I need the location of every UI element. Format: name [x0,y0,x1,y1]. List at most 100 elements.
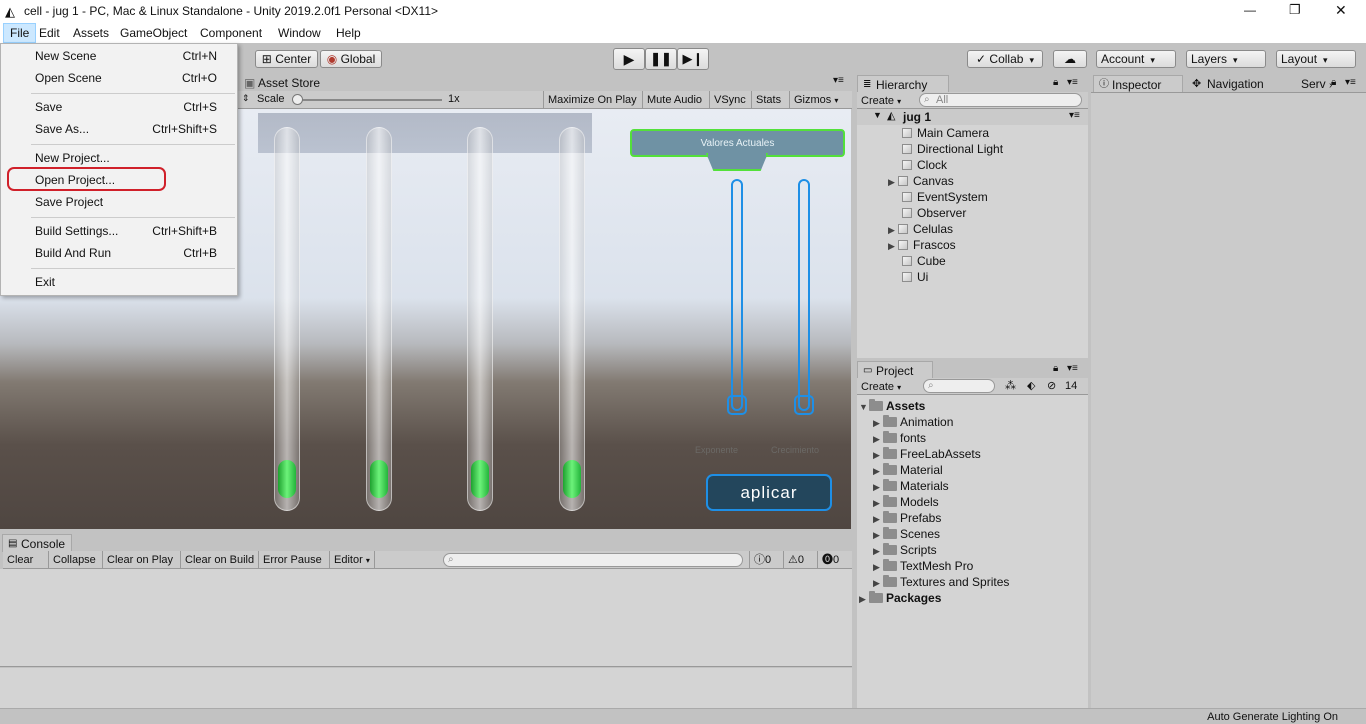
test-tube[interactable] [559,127,585,511]
collab-dropdown[interactable]: ✓ Collab [967,50,1043,68]
tab-services[interactable]: Serv › [1283,75,1332,93]
menu-item-exit[interactable]: Exit [35,271,225,293]
growth-slider-handle[interactable] [794,395,814,415]
project-folder[interactable]: ▶ Material [873,462,943,478]
hierarchy-item[interactable]: ▶ Canvas [888,173,954,189]
project-folder[interactable]: ▶ Scripts [873,542,937,558]
hierarchy-item[interactable]: Cube [902,253,946,269]
menu-window[interactable]: Window [272,23,327,43]
scene-menu-icon[interactable]: ▾≡ [1069,110,1080,121]
layers-dropdown[interactable]: Layers [1186,50,1266,68]
lock-icon[interactable]: 🔒︎ [1331,77,1336,88]
project-folder[interactable]: ▶ Animation [873,414,953,430]
hierarchy-search-input[interactable]: ⌕ All [919,93,1082,107]
create-dropdown[interactable]: Create ▾ [857,92,905,110]
expand-arrow-icon[interactable]: ▶ [888,238,898,254]
create-dropdown[interactable]: Create ▾ [857,378,905,396]
clear-on-build-button[interactable]: Clear on Build [180,551,258,569]
display-arrows-icon[interactable]: ⇕ [242,93,250,104]
menu-item-save[interactable]: Save Ctrl+S [35,96,225,118]
collapse-button[interactable]: Collapse [48,551,100,569]
assets-root[interactable]: ▼ Assets [859,398,925,414]
project-folder[interactable]: ▶ Models [873,494,939,510]
tab-asset-store[interactable]: ▣ Asset Store [240,74,320,92]
menu-item-save-project[interactable]: Save Project [35,191,225,213]
error-toggle[interactable]: ⓿0 [817,551,843,569]
growth-slider[interactable] [794,179,814,415]
menu-assets[interactable]: Assets [67,23,115,43]
project-folder[interactable]: ▶ fonts [873,430,926,446]
play-button[interactable]: ▶ [613,48,645,70]
hierarchy-item[interactable]: Clock [902,157,947,173]
clear-on-play-button[interactable]: Clear on Play [102,551,177,569]
clear-button[interactable]: Clear [3,551,37,569]
expand-arrow-icon[interactable]: ▶ [873,511,883,527]
scene-row[interactable]: ▼ ◭ jug 1 ▾≡ [857,109,1088,125]
expand-arrow-icon[interactable]: ▼ [859,399,869,415]
gizmos-button[interactable]: Gizmos ▾ [789,91,852,109]
menu-help[interactable]: Help [330,23,367,43]
project-folder[interactable]: ▶ FreeLabAssets [873,446,981,462]
expand-arrow-icon[interactable]: ▶ [873,575,883,591]
test-tube[interactable] [274,127,300,511]
tab-inspector[interactable]: ⓘ Inspector [1093,75,1183,93]
panel-menu-icon[interactable]: ▾≡ [1345,77,1356,88]
panel-menu-icon[interactable]: ▾≡ [833,75,844,86]
exponent-slider-handle[interactable] [727,395,747,415]
close-button[interactable]: ✕ [1335,2,1347,19]
project-folder[interactable]: ▶ Scenes [873,526,940,542]
menu-component[interactable]: Component [194,23,268,43]
error-pause-button[interactable]: Error Pause [258,551,326,569]
console-log-area[interactable] [0,569,852,667]
account-dropdown[interactable]: Account [1096,50,1176,68]
expand-arrow-icon[interactable]: ▶ [873,415,883,431]
expand-arrow-icon[interactable]: ▶ [859,591,869,607]
project-search-input[interactable]: ⌕ [923,379,995,393]
menu-item-save-as[interactable]: Save As... Ctrl+Shift+S [35,118,225,140]
step-button[interactable]: ▶❙ [677,48,709,70]
test-tube[interactable] [366,127,392,511]
tab-navigation[interactable]: ✥ Navigation [1189,75,1264,93]
apply-button[interactable]: aplicar [706,474,832,511]
hierarchy-item[interactable]: ▶ Frascos [888,237,956,253]
editor-dropdown[interactable]: Editor ▾ [329,551,375,569]
hierarchy-item[interactable]: EventSystem [902,189,988,205]
warning-toggle[interactable]: ⚠0 [783,551,808,569]
project-folder[interactable]: ▶ Materials [873,478,949,494]
lock-icon[interactable]: 🔒︎ [1053,77,1058,88]
expand-arrow-icon[interactable]: ▶ [873,559,883,575]
tab-project[interactable]: ▭ Project [857,361,933,379]
hierarchy-item[interactable]: Ui [902,269,928,285]
info-toggle[interactable]: ⓘ0 [749,551,775,569]
console-detail-area[interactable] [0,668,852,708]
expand-arrow-icon[interactable]: ▶ [873,495,883,511]
expand-arrow-icon[interactable]: ▶ [873,447,883,463]
hierarchy-item[interactable]: Directional Light [902,141,1003,157]
menu-item-open-scene[interactable]: Open Scene Ctrl+O [35,67,225,89]
project-folder[interactable]: ▶ Textures and Sprites [873,574,1009,590]
pivot-center-button[interactable]: ⊞ Center [255,50,318,68]
maximize-button[interactable]: ❐ [1289,2,1301,18]
pause-button[interactable]: ❚❚ [645,48,677,70]
project-folder[interactable]: ▶ TextMesh Pro [873,558,973,574]
cloud-button[interactable]: ☁ [1053,50,1087,68]
console-search-input[interactable]: ⌕ [443,553,743,567]
stats-button[interactable]: Stats [751,91,785,109]
filter-label-icon[interactable]: ⬖ [1027,379,1035,392]
scale-slider-thumb[interactable] [292,94,303,105]
expand-arrow-icon[interactable]: ▶ [873,431,883,447]
hierarchy-item[interactable]: Observer [902,205,966,221]
test-tube[interactable] [467,127,493,511]
tab-console[interactable]: ▤ Console [2,534,72,552]
menu-gameobject[interactable]: GameObject [114,23,193,43]
exponent-slider[interactable] [727,179,747,415]
panel-menu-icon[interactable]: ▾≡ [1067,363,1078,374]
hidden-packages-icon[interactable]: ⊘ [1047,379,1056,392]
panel-menu-icon[interactable]: ▾≡ [1067,77,1078,88]
menu-item-build-and-run[interactable]: Build And Run Ctrl+B [35,242,225,264]
expand-arrow-icon[interactable]: ▶ [873,543,883,559]
maximize-on-play-button[interactable]: Maximize On Play [543,91,641,109]
expand-arrow-icon[interactable]: ▶ [873,463,883,479]
menu-item-new-project[interactable]: New Project... [35,147,225,169]
filter-type-icon[interactable]: ⁂ [1005,379,1016,392]
